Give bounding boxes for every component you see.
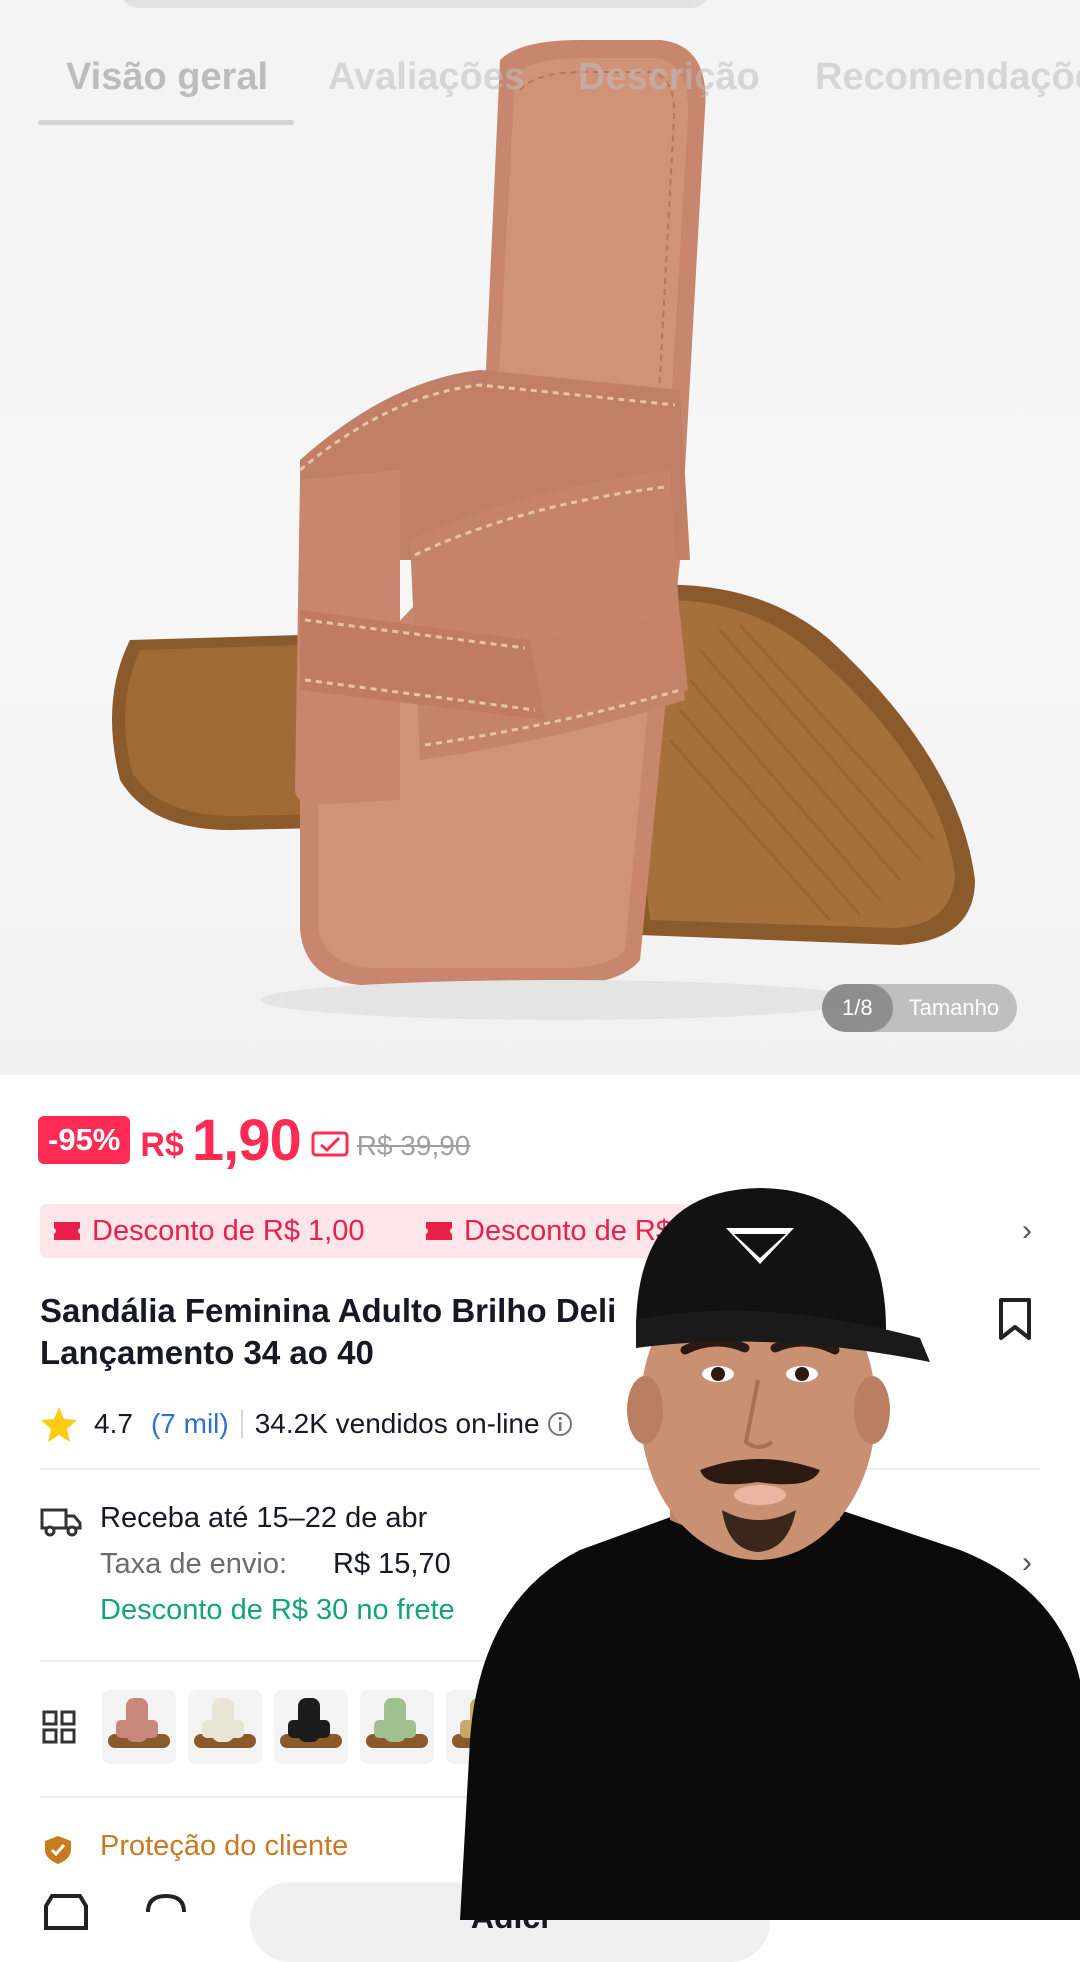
divider — [240, 1410, 243, 1438]
tab-recommendations[interactable]: Recomendações — [815, 56, 1080, 99]
shipping-discount: Desconto de R$ 30 no frete — [100, 1594, 455, 1626]
shield-icon — [45, 1836, 71, 1864]
variant-thumbnail-cream[interactable] — [188, 1690, 262, 1764]
price-currency: R$ — [140, 1125, 184, 1164]
product-tabs: Visão geral Avaliações Descrição Recomen… — [0, 48, 1080, 128]
coupon-chip-1[interactable]: Desconto de R$ 1,00 — [40, 1204, 424, 1258]
store-icon[interactable] — [42, 1892, 90, 1932]
rating-score: 4.7 — [94, 1408, 133, 1439]
shipping-fee-label: Taxa de envio: — [100, 1548, 288, 1580]
star-icon — [41, 1407, 77, 1442]
delivery-date: Receba até 15–22 de abr — [100, 1502, 428, 1534]
presenter-video-overlay — [460, 1188, 1080, 1920]
gallery-pager[interactable]: 1/8 Tamanho — [822, 984, 1018, 1032]
original-price: R$ 39,90 — [356, 1130, 471, 1161]
tab-overview[interactable]: Visão geral — [66, 56, 268, 99]
active-tab-indicator — [38, 120, 294, 125]
discount-badge: -95% — [38, 1116, 131, 1164]
product-image-gallery[interactable]: Visão geral Avaliações Descrição Recomen… — [0, 0, 1080, 1075]
chat-icon[interactable] — [142, 1892, 190, 1932]
shipping-fee-value: R$ 15,70 — [333, 1548, 451, 1580]
reviews-link[interactable]: (7 mil) — [151, 1408, 229, 1440]
customer-protection[interactable]: Proteção do cliente — [100, 1830, 348, 1863]
current-price: 1,90 — [191, 1107, 302, 1173]
grid-icon[interactable] — [42, 1710, 76, 1744]
tab-reviews[interactable]: Avaliações — [328, 56, 525, 99]
delivery-truck-icon — [40, 1508, 82, 1537]
coupon-label-1: Desconto de R$ 1,00 — [92, 1214, 365, 1247]
gallery-counter: 1/8 — [822, 984, 893, 1032]
sandal-product-image — [112, 40, 975, 1020]
ticket-icon — [54, 1222, 80, 1240]
coupon-icon — [311, 1131, 349, 1157]
variant-thumbnail-rose[interactable] — [102, 1690, 176, 1764]
size-label[interactable]: Tamanho — [893, 995, 1018, 1021]
variant-thumbnail-black[interactable] — [274, 1690, 348, 1764]
variant-thumbnail-green[interactable] — [360, 1690, 434, 1764]
price-row: -95% R$ 1,90 R$ 39,90 — [38, 1107, 471, 1173]
tab-description[interactable]: Descrição — [578, 56, 760, 99]
